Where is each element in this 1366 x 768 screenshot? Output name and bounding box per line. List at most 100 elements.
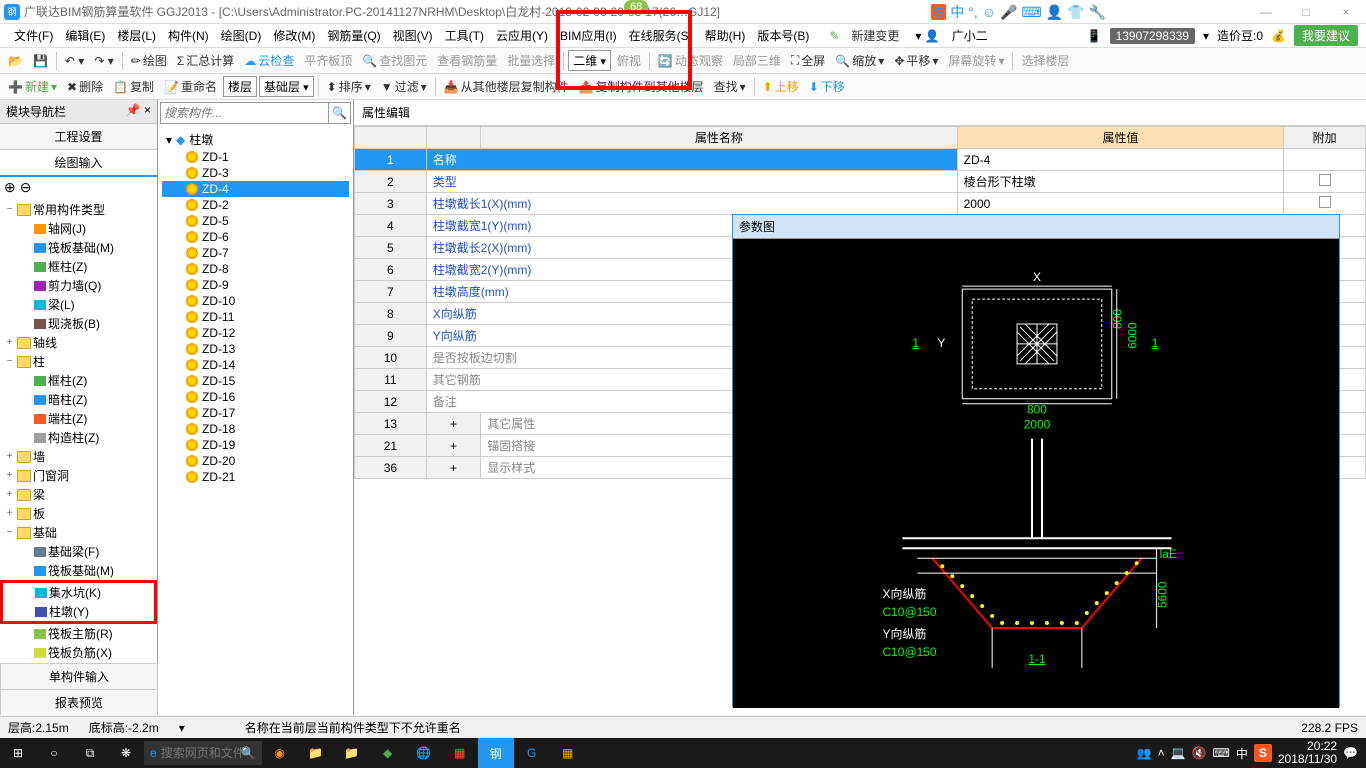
menu-edit[interactable]: 编辑(E) bbox=[59, 27, 111, 44]
tb-app[interactable]: G bbox=[514, 738, 550, 768]
comp-root[interactable]: ▾ ◆ 柱墩 bbox=[162, 130, 349, 149]
open-button[interactable]: 📂 bbox=[4, 52, 27, 70]
comp-item[interactable]: ZD-3 bbox=[162, 165, 349, 181]
nav-icon-1[interactable]: ⊕ bbox=[4, 179, 16, 196]
undo-button[interactable]: ↶ ▾ bbox=[61, 52, 88, 70]
tree-item[interactable]: 构造柱(Z) bbox=[48, 429, 99, 446]
tray-people-icon[interactable]: 👥 bbox=[1137, 746, 1152, 760]
tree-item[interactable]: 筏板基础(M) bbox=[48, 562, 114, 579]
tree-column[interactable]: 柱 bbox=[33, 353, 45, 370]
comp-item[interactable]: ZD-19 bbox=[162, 437, 349, 453]
prop-add[interactable] bbox=[1284, 193, 1366, 215]
tb-app[interactable]: ▦ bbox=[550, 738, 586, 768]
tree-root[interactable]: 常用构件类型 bbox=[33, 201, 105, 218]
comp-item[interactable]: ZD-7 bbox=[162, 245, 349, 261]
comp-item[interactable]: ZD-15 bbox=[162, 373, 349, 389]
zoom-button[interactable]: 🔍 缩放 ▾ bbox=[831, 50, 888, 71]
ime-skin-icon[interactable]: 👕 bbox=[1067, 4, 1084, 21]
sum-button[interactable]: Σ 汇总计算 bbox=[173, 50, 238, 71]
prop-value[interactable]: 2000 bbox=[957, 193, 1284, 215]
view-rebar-button[interactable]: 查看钢筋量 bbox=[433, 50, 501, 71]
app-icon-1[interactable]: ❋ bbox=[108, 738, 144, 768]
pan-button[interactable]: ✥ 平移 ▾ bbox=[890, 50, 942, 71]
tray-up-icon[interactable]: ˄ bbox=[1158, 746, 1165, 760]
comp-item[interactable]: ZD-9 bbox=[162, 277, 349, 293]
search-button[interactable]: 🔍 bbox=[329, 102, 351, 124]
start-button[interactable]: ⊞ bbox=[0, 738, 36, 768]
tb-app[interactable]: 📁 bbox=[298, 738, 334, 768]
find-button[interactable]: 查找 ▾ bbox=[710, 76, 750, 97]
tb-app[interactable]: ▦ bbox=[442, 738, 478, 768]
comp-item[interactable]: ZD-12 bbox=[162, 325, 349, 341]
redo-button[interactable]: ↷ ▾ bbox=[90, 52, 117, 70]
comp-item[interactable]: ZD-8 bbox=[162, 261, 349, 277]
tree-wall[interactable]: 墙 bbox=[33, 448, 45, 465]
search-input[interactable] bbox=[160, 102, 329, 124]
user-label[interactable]: 广小二 bbox=[946, 27, 994, 44]
draw-button[interactable]: ✏ 绘图 bbox=[127, 50, 171, 71]
new-button[interactable]: ➕ 新建 ▾ bbox=[4, 76, 61, 97]
copy-from-button[interactable]: 📥 从其他楼层复制构件 bbox=[440, 76, 573, 97]
comp-item[interactable]: ZD-21 bbox=[162, 469, 349, 485]
menu-version[interactable]: 版本号(B) bbox=[751, 27, 815, 44]
ime-keyboard-icon[interactable]: ⌨ bbox=[1021, 4, 1041, 21]
nav-icon-2[interactable]: ⊖ bbox=[20, 179, 32, 196]
tray-ime[interactable]: 中 bbox=[1236, 745, 1248, 762]
tray-lang[interactable]: ⌨ bbox=[1213, 746, 1230, 760]
ime-punct-icon[interactable]: °, bbox=[968, 4, 978, 20]
prop-name[interactable]: 类型 bbox=[426, 171, 957, 193]
prop-add[interactable] bbox=[1284, 171, 1366, 193]
menu-help[interactable]: 帮助(H) bbox=[699, 27, 752, 44]
ime-mic-icon[interactable]: 🎤 bbox=[1000, 4, 1017, 21]
status-dropdown[interactable]: ▾ bbox=[179, 721, 185, 735]
nav-pin-icon[interactable]: 📌 × bbox=[126, 103, 151, 120]
tree-item[interactable]: 剪力墙(Q) bbox=[48, 277, 101, 294]
close-button[interactable]: × bbox=[1326, 0, 1366, 24]
tree-item[interactable]: 现浇板(B) bbox=[48, 315, 100, 332]
tray-clock[interactable]: 20:222018/11/30 bbox=[1278, 740, 1337, 766]
delete-button[interactable]: ✖ 删除 bbox=[63, 76, 107, 97]
tree-axis[interactable]: 轴线 bbox=[33, 334, 57, 351]
tb-app[interactable]: 🌐 bbox=[406, 738, 442, 768]
tree-item[interactable]: 梁(L) bbox=[48, 296, 75, 313]
comp-item[interactable]: ZD-6 bbox=[162, 229, 349, 245]
tree-item[interactable]: 框柱(Z) bbox=[48, 372, 87, 389]
menu-component[interactable]: 构件(N) bbox=[162, 27, 215, 44]
tab-project[interactable]: 工程设置 bbox=[0, 124, 157, 150]
comp-item[interactable]: ZD-14 bbox=[162, 357, 349, 373]
basefloor-combo[interactable]: 基础层 ▾ bbox=[259, 76, 314, 97]
ime-face-icon[interactable]: ☺ bbox=[982, 4, 996, 20]
find-element-button[interactable]: 🔍 查找图元 bbox=[358, 50, 431, 71]
dimension-combo[interactable]: 二维 ▾ bbox=[568, 50, 611, 71]
fullscreen-button[interactable]: ⛶ 全屏 bbox=[787, 50, 829, 71]
prop-value[interactable]: 棱台形下柱墩 bbox=[957, 171, 1284, 193]
comp-item[interactable]: ZD-1 bbox=[162, 149, 349, 165]
menu-cloud[interactable]: 云应用(Y) bbox=[490, 27, 554, 44]
comp-item[interactable]: ZD-16 bbox=[162, 389, 349, 405]
comp-item[interactable]: ZD-11 bbox=[162, 309, 349, 325]
expand-button[interactable]: + bbox=[426, 435, 480, 457]
menu-online[interactable]: 在线服务(S) bbox=[623, 27, 699, 44]
save-button[interactable]: 💾 bbox=[29, 52, 52, 70]
suggest-button[interactable]: 我要建议 bbox=[1294, 25, 1358, 46]
tree-slab[interactable]: 板 bbox=[33, 505, 45, 522]
move-down-button[interactable]: ⬇ 下移 bbox=[805, 76, 849, 97]
menu-floor[interactable]: 楼层(L) bbox=[111, 27, 162, 44]
tree-item[interactable]: 筏板负筋(X) bbox=[48, 644, 112, 661]
tray-net-icon[interactable]: 💻 bbox=[1171, 746, 1186, 760]
bird-view-button[interactable]: 俯视 bbox=[613, 50, 645, 71]
menu-view[interactable]: 视图(V) bbox=[387, 27, 439, 44]
tree-item[interactable]: 轴网(J) bbox=[48, 220, 86, 237]
prop-name[interactable]: 名称 bbox=[426, 149, 957, 171]
tree-item[interactable]: 端柱(Z) bbox=[48, 410, 87, 427]
tree-item[interactable]: 筏板基础(M) bbox=[48, 239, 114, 256]
comp-item[interactable]: ZD-13 bbox=[162, 341, 349, 357]
menu-draw[interactable]: 绘图(D) bbox=[215, 27, 268, 44]
menu-bim[interactable]: BIM应用(I) bbox=[554, 27, 623, 44]
cloud-check-button[interactable]: ☁ 云检查 bbox=[240, 50, 298, 71]
comp-item[interactable]: ZD-2 bbox=[162, 197, 349, 213]
flat-button[interactable]: 平齐板顶 bbox=[300, 50, 356, 71]
tb-app[interactable]: 钢 bbox=[478, 738, 514, 768]
tb-app[interactable]: ◉ bbox=[262, 738, 298, 768]
rotate-button[interactable]: 屏幕旋转 ▾ bbox=[944, 50, 1008, 71]
